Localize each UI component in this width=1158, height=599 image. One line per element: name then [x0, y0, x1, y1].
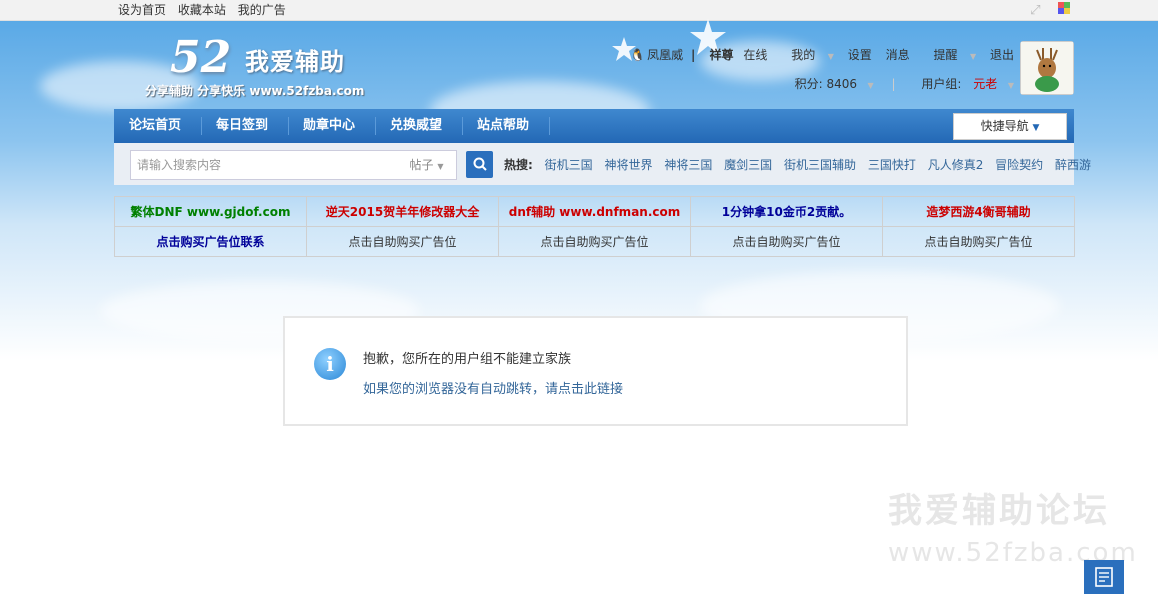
ad-cell[interactable]: 点击自助购买广告位: [690, 226, 883, 257]
info-icon: i: [314, 348, 346, 380]
document-icon: [1095, 567, 1113, 587]
message-box: i 抱歉，您所在的用户组不能建立家族 如果您的浏览器没有自动跳转，请点击此链接: [283, 316, 908, 426]
ad-cell[interactable]: 点击自助购买广告位: [882, 226, 1075, 257]
set-homepage-link[interactable]: 设为首页: [118, 3, 166, 17]
hot-link[interactable]: 三国快打: [868, 158, 916, 172]
search-icon: [473, 157, 487, 171]
menu-my[interactable]: 我的 ▼: [781, 48, 834, 62]
top-links: 设为首页 收藏本站 我的广告: [118, 1, 294, 18]
expand-icon[interactable]: ⤢: [1030, 4, 1044, 18]
deer-avatar-icon: [1021, 42, 1073, 94]
user-panel: 🐧 凤凰威 | 祥尊 在线 我的 ▼ 设置 消息 提醒 ▼ 退出 积分: 8406…: [630, 46, 1014, 92]
ad-cell[interactable]: 1分钟拿10金币2贡献。: [690, 196, 883, 227]
search-button[interactable]: [466, 151, 493, 178]
ad-row: 点击购买广告位联系 点击自助购买广告位 点击自助购买广告位 点击自助购买广告位 …: [114, 226, 1075, 257]
nav-divider: [375, 117, 376, 135]
hot-link[interactable]: 街机三国: [545, 158, 593, 172]
chevron-down-icon: ▼: [825, 52, 834, 61]
divider: |: [891, 77, 896, 91]
ad-cell[interactable]: 点击自助购买广告位: [306, 226, 499, 257]
feedback-button[interactable]: [1084, 560, 1124, 594]
menu-messages[interactable]: 消息: [886, 48, 910, 62]
logo-name: 我爱辅助: [245, 48, 345, 76]
ad-cell[interactable]: 点击自助购买广告位: [498, 226, 691, 257]
hot-link[interactable]: 街机三国辅助: [784, 158, 856, 172]
hot-label: 热搜:: [504, 158, 533, 172]
nav-divider: [288, 117, 289, 135]
search-input[interactable]: 请输入搜索内容: [130, 150, 404, 180]
menu-settings[interactable]: 设置: [848, 48, 872, 62]
nav-divider: [549, 117, 550, 135]
color-palette-icon[interactable]: [1058, 2, 1072, 16]
watermark-title: 我爱辅助论坛: [888, 491, 1110, 531]
main-nav: 论坛首页 每日签到 勋章中心 兑换威望 站点帮助: [114, 109, 1074, 143]
search-scope-select[interactable]: 帖子 ▼: [397, 150, 457, 180]
ad-row: 繁体DNF www.gjdof.com 逆天2015贺羊年修改器大全 dnf辅助…: [114, 196, 1075, 227]
nav-divider: [462, 117, 463, 135]
ad-cell[interactable]: 点击购买广告位联系: [114, 226, 307, 257]
nav-divider: [201, 117, 202, 135]
hot-link[interactable]: 神将三国: [664, 158, 712, 172]
quick-nav-button[interactable]: 快捷导航 ▼: [953, 113, 1067, 140]
hot-link[interactable]: 冒险契约: [995, 158, 1043, 172]
chevron-down-icon: ▼: [865, 81, 874, 90]
nav-exchange-prestige[interactable]: 兑换威望: [390, 109, 442, 143]
chevron-down-icon: ▼: [1005, 81, 1014, 90]
user-group-menu[interactable]: 用户组: 元老 ▼: [913, 77, 1014, 91]
bookmark-link[interactable]: 收藏本站: [178, 3, 226, 17]
ad-cell[interactable]: 逆天2015贺羊年修改器大全: [306, 196, 499, 227]
online-status: 在线: [743, 48, 768, 62]
site-logo[interactable]: 52 我爱辅助 分享辅助 分享快乐 www.52fzba.com: [145, 30, 395, 102]
my-ads-link[interactable]: 我的广告: [238, 3, 286, 17]
hot-searches: 热搜: 街机三国 神将世界 神将三国 魔剑三国 街机三国辅助 三国快打 凡人修真…: [504, 156, 1091, 173]
menu-reminders[interactable]: 提醒 ▼: [923, 48, 976, 62]
logo-number: 52: [170, 32, 232, 83]
nav-site-help[interactable]: 站点帮助: [477, 109, 529, 143]
ad-cell[interactable]: 繁体DNF www.gjdof.com: [114, 196, 307, 227]
chevron-down-icon: ▼: [437, 162, 444, 171]
points-menu[interactable]: 积分: 8406 ▼: [787, 77, 874, 91]
nav-daily-signin[interactable]: 每日签到: [216, 109, 268, 143]
top-tools: ⤢: [1020, 0, 1072, 18]
qq-penguin-icon: 🐧: [630, 48, 646, 62]
ad-table: 繁体DNF www.gjdof.com 逆天2015贺羊年修改器大全 dnf辅助…: [114, 196, 1075, 257]
logo-slogan: 分享辅助 分享快乐 www.52fzba.com: [145, 84, 365, 98]
hot-link[interactable]: 魔剑三国: [724, 158, 772, 172]
hot-link[interactable]: 神将世界: [604, 158, 652, 172]
hot-link[interactable]: 凡人修真2: [928, 158, 984, 172]
nav-forum-home[interactable]: 论坛首页: [129, 109, 181, 143]
ad-cell[interactable]: 造梦西游4衡哥辅助: [882, 196, 1075, 227]
menu-logout[interactable]: 退出: [990, 48, 1014, 62]
redirect-link[interactable]: 如果您的浏览器没有自动跳转，请点击此链接: [363, 378, 623, 397]
username-link[interactable]: 凤凰威: [647, 48, 683, 62]
chevron-down-icon: ▼: [967, 52, 977, 61]
message-text: 抱歉，您所在的用户组不能建立家族: [363, 352, 572, 367]
user-title: | 祥尊: [690, 48, 734, 62]
nav-medal-center[interactable]: 勋章中心: [303, 109, 355, 143]
chevron-down-icon: ▼: [1032, 123, 1040, 133]
hot-link[interactable]: 醉西游: [1055, 158, 1091, 172]
avatar[interactable]: [1020, 41, 1074, 95]
top-bar: 设为首页 收藏本站 我的广告 ⤢: [0, 0, 1158, 21]
ad-cell[interactable]: dnf辅助 www.dnfman.com: [498, 196, 691, 227]
